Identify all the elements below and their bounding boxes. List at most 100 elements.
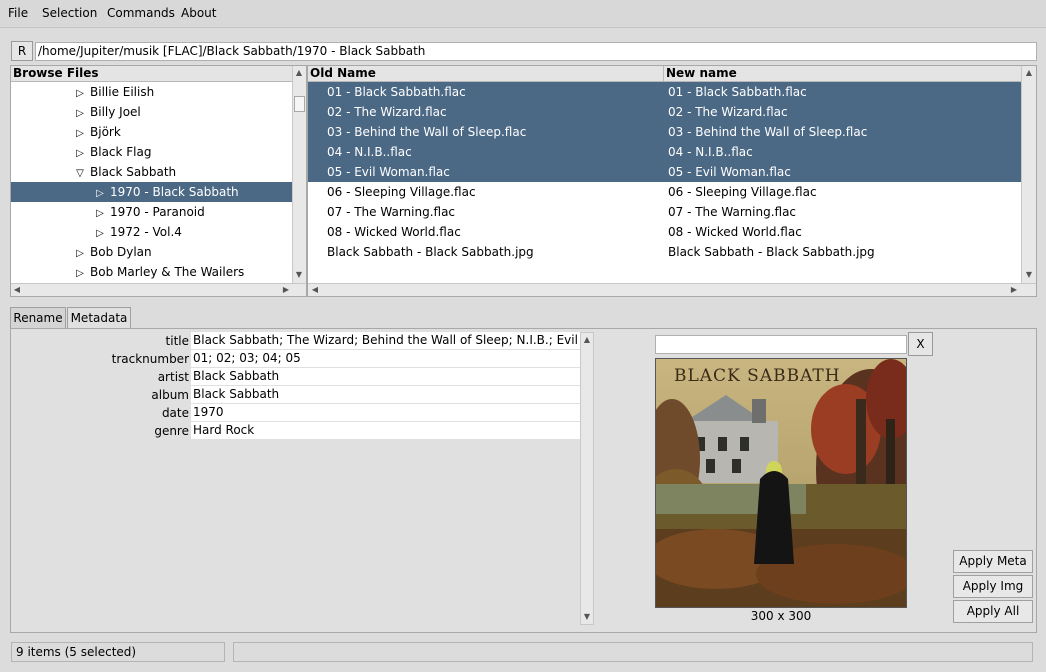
new-name-cell[interactable]: 07 - The Warning.flac bbox=[668, 202, 796, 222]
tree-item[interactable]: ▷ 1970 - Paranoid bbox=[11, 202, 292, 222]
file-row[interactable]: 08 - Wicked World.flac 08 - Wicked World.… bbox=[308, 222, 1021, 242]
tree-item[interactable]: ▷ Billy Joel bbox=[11, 102, 292, 122]
tree-item[interactable]: ▷ Bob Marley & The Wailers bbox=[11, 262, 292, 282]
scroll-right-icon[interactable]: ▶ bbox=[280, 284, 292, 296]
meta-field[interactable]: Black Sabbath bbox=[191, 368, 580, 386]
tree-item-label: Björk bbox=[90, 125, 121, 139]
file-row[interactable]: 01 - Black Sabbath.flac 01 - Black Sabbat… bbox=[308, 82, 1021, 102]
old-name-header[interactable]: Old Name bbox=[308, 66, 664, 82]
tree-item-label: Black Sabbath bbox=[90, 165, 177, 179]
metadata-scrollbar[interactable]: ▲ ▼ bbox=[580, 332, 594, 625]
meta-field[interactable]: Black Sabbath bbox=[191, 386, 580, 404]
refresh-button[interactable]: R bbox=[11, 41, 33, 61]
meta-label: genre bbox=[154, 424, 189, 438]
new-name-cell[interactable]: 02 - The Wizard.flac bbox=[668, 102, 788, 122]
tree-horizontal-scrollbar[interactable]: ◀ ▶ bbox=[11, 283, 306, 296]
old-name-cell: 05 - Evil Woman.flac bbox=[327, 165, 450, 179]
triangle-right-icon[interactable]: ▷ bbox=[95, 224, 105, 244]
tree-item[interactable]: ▷ Black Flag bbox=[11, 142, 292, 162]
old-name-cell: Black Sabbath - Black Sabbath.jpg bbox=[327, 245, 534, 259]
triangle-right-icon[interactable]: ▷ bbox=[75, 244, 85, 264]
tree-item-label: Bob Dylan bbox=[90, 245, 152, 259]
menu-selection[interactable]: Selection bbox=[42, 6, 97, 20]
old-name-cell: 07 - The Warning.flac bbox=[327, 205, 456, 219]
clear-image-button[interactable]: X bbox=[908, 332, 933, 356]
meta-label: title bbox=[165, 334, 189, 348]
tree-item[interactable]: ▷ Bob Dylan bbox=[11, 242, 292, 262]
meta-field[interactable]: Hard Rock bbox=[191, 422, 580, 440]
meta-field[interactable]: 1970 bbox=[191, 404, 580, 422]
triangle-right-icon[interactable]: ▷ bbox=[95, 204, 105, 224]
tree-item-label: Bob Marley & The Wailers bbox=[90, 265, 245, 279]
old-name-cell: 06 - Sleeping Village.flac bbox=[327, 185, 476, 199]
apply-all-button[interactable]: Apply All bbox=[953, 600, 1033, 623]
file-row[interactable]: 02 - The Wizard.flac 02 - The Wizard.flac bbox=[308, 102, 1021, 122]
scroll-right-icon[interactable]: ▶ bbox=[1008, 284, 1020, 296]
tab-rename[interactable]: Rename bbox=[10, 307, 66, 328]
file-row[interactable]: 04 - N.I.B..flac 04 - N.I.B..flac bbox=[308, 142, 1021, 162]
triangle-right-icon[interactable]: ▷ bbox=[75, 104, 85, 124]
tree-item[interactable]: ▷ 1970 - Black Sabbath bbox=[11, 182, 292, 202]
file-row[interactable]: Black Sabbath - Black Sabbath.jpg Black S… bbox=[308, 242, 1021, 262]
files-vertical-scrollbar[interactable]: ▲ ▼ bbox=[1021, 66, 1036, 283]
tree-item[interactable]: ▷ 1972 - Vol.4 bbox=[11, 222, 292, 242]
meta-label: artist bbox=[157, 370, 189, 384]
image-url-input[interactable] bbox=[655, 335, 907, 354]
browse-files-pane: Browse Files ▷ Billie Eilish ▷ Billy Joel ▷ B… bbox=[10, 65, 307, 297]
scroll-up-icon[interactable]: ▲ bbox=[1023, 67, 1035, 79]
old-name-cell: 08 - Wicked World.flac bbox=[327, 225, 461, 239]
old-name-cell: 03 - Behind the Wall of Sleep.flac bbox=[327, 125, 527, 139]
tree-item-label: Billie Eilish bbox=[90, 85, 155, 99]
meta-label: date bbox=[161, 406, 189, 420]
scroll-down-icon[interactable]: ▼ bbox=[1023, 269, 1035, 281]
meta-field[interactable]: 01; 02; 03; 04; 05 bbox=[191, 350, 580, 368]
new-name-cell[interactable]: 01 - Black Sabbath.flac bbox=[668, 82, 807, 102]
old-name-cell: 01 - Black Sabbath.flac bbox=[327, 85, 466, 99]
triangle-right-icon[interactable]: ▷ bbox=[75, 84, 85, 104]
tree-item-label: Billy Joel bbox=[90, 105, 141, 119]
triangle-right-icon[interactable]: ▷ bbox=[75, 264, 85, 284]
apply-meta-button[interactable]: Apply Meta bbox=[953, 550, 1033, 573]
old-name-cell: 02 - The Wizard.flac bbox=[327, 105, 447, 119]
triangle-down-icon[interactable]: ▽ bbox=[75, 164, 85, 184]
scroll-left-icon[interactable]: ◀ bbox=[309, 284, 321, 296]
new-name-cell[interactable]: 03 - Behind the Wall of Sleep.flac bbox=[668, 122, 867, 142]
file-row[interactable]: 06 - Sleeping Village.flac 06 - Sleeping … bbox=[308, 182, 1021, 202]
scroll-down-icon[interactable]: ▼ bbox=[293, 269, 305, 281]
tree-item[interactable]: ▽ Black Sabbath bbox=[11, 162, 292, 182]
new-name-cell[interactable]: 06 - Sleeping Village.flac bbox=[668, 182, 817, 202]
path-input[interactable]: /home/Jupiter/musik [FLAC]/Black Sabbath… bbox=[35, 42, 1037, 61]
menu-about[interactable]: About bbox=[181, 6, 216, 20]
meta-label: tracknumber bbox=[111, 352, 189, 366]
file-row[interactable]: 03 - Behind the Wall of Sleep.flac 03 - B… bbox=[308, 122, 1021, 142]
tree-scroll-thumb[interactable] bbox=[294, 96, 305, 112]
new-name-cell[interactable]: 04 - N.I.B..flac bbox=[668, 142, 753, 162]
menu-commands[interactable]: Commands bbox=[107, 6, 175, 20]
triangle-right-icon[interactable]: ▷ bbox=[75, 124, 85, 144]
new-name-cell[interactable]: 05 - Evil Woman.flac bbox=[668, 162, 791, 182]
scroll-down-icon[interactable]: ▼ bbox=[581, 611, 593, 623]
file-row[interactable]: 05 - Evil Woman.flac 05 - Evil Woman.flac bbox=[308, 162, 1021, 182]
new-name-cell[interactable]: 08 - Wicked World.flac bbox=[668, 222, 802, 242]
new-name-cell[interactable]: Black Sabbath - Black Sabbath.jpg bbox=[668, 242, 875, 262]
menu-file[interactable]: File bbox=[8, 6, 28, 20]
files-horizontal-scrollbar[interactable]: ◀ ▶ bbox=[308, 283, 1036, 296]
status-text: 9 items (5 selected) bbox=[11, 642, 225, 662]
tree-item[interactable]: ▷ Björk bbox=[11, 122, 292, 142]
triangle-right-icon[interactable]: ▷ bbox=[75, 144, 85, 164]
new-name-header[interactable]: New name bbox=[664, 66, 1021, 82]
apply-img-button[interactable]: Apply Img bbox=[953, 575, 1033, 598]
scroll-up-icon[interactable]: ▲ bbox=[293, 67, 305, 79]
tab-metadata[interactable]: Metadata bbox=[67, 307, 131, 328]
status-secondary bbox=[233, 642, 1033, 662]
file-list-pane: Old Name New name 01 - Black Sabbath.fla… bbox=[307, 65, 1037, 297]
tree-item[interactable]: ▷ Billie Eilish bbox=[11, 82, 292, 102]
file-row[interactable]: 07 - The Warning.flac 07 - The Warning.fl… bbox=[308, 202, 1021, 222]
browse-files-header: Browse Files bbox=[11, 66, 292, 82]
tree-vertical-scrollbar[interactable]: ▲ ▼ bbox=[292, 66, 306, 283]
album-cover-art: BLACK SABBATH bbox=[656, 359, 906, 607]
scroll-up-icon[interactable]: ▲ bbox=[581, 334, 593, 346]
meta-field[interactable]: Black Sabbath; The Wizard; Behind the Wa… bbox=[191, 332, 580, 350]
triangle-right-icon[interactable]: ▷ bbox=[95, 184, 105, 204]
scroll-left-icon[interactable]: ◀ bbox=[11, 284, 23, 296]
